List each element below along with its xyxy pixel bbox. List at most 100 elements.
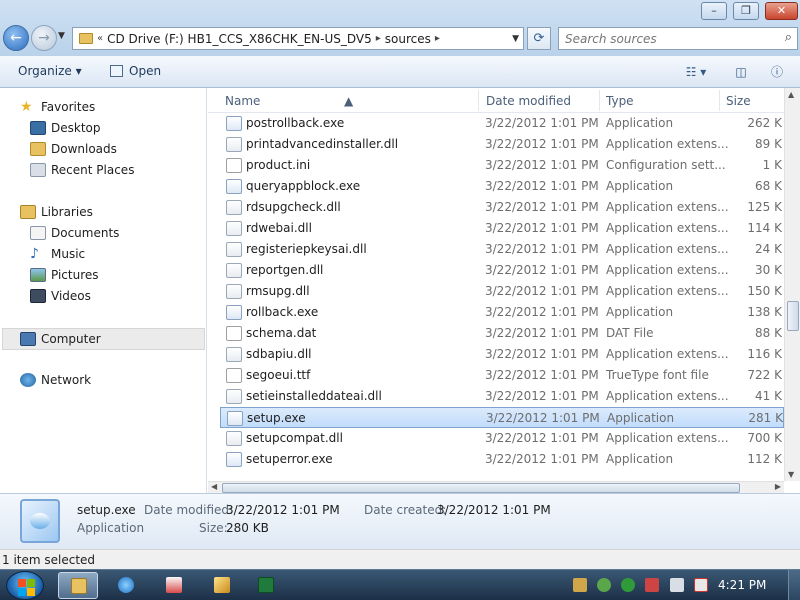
tray-play-icon[interactable] xyxy=(621,578,635,592)
file-date-modified: 3/22/2012 1:01 PM xyxy=(485,347,599,361)
chevron-right-icon[interactable]: ▸ xyxy=(376,33,381,44)
address-history-dropdown-icon[interactable]: ▼ xyxy=(512,34,519,44)
file-name: setieinstalleddateai.dll xyxy=(246,389,382,403)
table-row[interactable]: postrollback.exe 3/22/2012 1:01 PM Applica… xyxy=(220,113,784,134)
sidebar-item-music[interactable]: ♪ Music xyxy=(30,247,85,261)
tray-network-icon[interactable] xyxy=(670,578,684,592)
sidebar-item-network[interactable]: Network xyxy=(20,373,91,387)
column-header-name[interactable]: Name xyxy=(225,94,260,108)
column-header-type[interactable]: Type xyxy=(606,94,634,108)
tray-stack-icon[interactable] xyxy=(573,578,587,592)
recent-places-icon xyxy=(30,163,46,177)
file-type: Application extens... xyxy=(606,137,729,151)
table-row[interactable]: setieinstalleddateai.dll 3/22/2012 1:01 P… xyxy=(220,386,784,407)
address-overflow-chevron[interactable]: « xyxy=(97,33,103,44)
file-name: postrollback.exe xyxy=(246,116,345,130)
preview-pane-button[interactable]: ◫ xyxy=(730,62,752,82)
forward-button[interactable]: → xyxy=(31,25,57,51)
table-row[interactable]: sdbapiu.dll 3/22/2012 1:01 PM Application … xyxy=(220,344,784,365)
file-type: Application xyxy=(606,305,674,319)
table-row[interactable]: rollback.exe 3/22/2012 1:01 PM Application… xyxy=(220,302,784,323)
table-row[interactable]: queryappblock.exe 3/22/2012 1:01 PM Applic… xyxy=(220,176,784,197)
column-header-date-modified[interactable]: Date modified xyxy=(486,94,571,108)
sidebar-item-desktop[interactable]: Desktop xyxy=(30,121,101,135)
network-icon xyxy=(20,373,36,387)
dll-icon xyxy=(226,263,242,278)
table-row[interactable]: schema.dat 3/22/2012 1:01 PM DAT File 88 K xyxy=(220,323,784,344)
address-segment-drive[interactable]: CD Drive (F:) HB1_CCS_X86CHK_EN-US_DV5 xyxy=(107,32,372,46)
table-row[interactable]: product.ini 3/22/2012 1:01 PM Configuratio… xyxy=(220,155,784,176)
font-icon xyxy=(226,368,242,383)
recent-pages-dropdown-icon[interactable]: ▼ xyxy=(58,31,65,41)
horizontal-scroll-thumb[interactable] xyxy=(222,483,740,493)
sidebar-item-libraries[interactable]: Libraries xyxy=(20,205,93,219)
scroll-right-icon[interactable]: ▶ xyxy=(775,482,781,491)
table-row[interactable]: setup.exe 3/22/2012 1:01 PM Application 281… xyxy=(220,407,784,428)
taskbar-explorer-button[interactable] xyxy=(58,572,98,599)
file-type: Application extens... xyxy=(606,242,729,256)
table-row[interactable]: printadvancedinstaller.dll 3/22/2012 1:01… xyxy=(220,134,784,155)
open-button[interactable]: Open xyxy=(129,64,161,78)
sidebar-item-recent-places[interactable]: Recent Places xyxy=(30,163,134,177)
table-row[interactable]: registeriepkeysai.dll 3/22/2012 1:01 PM Ap… xyxy=(220,239,784,260)
videos-icon xyxy=(30,289,46,303)
sidebar-item-pictures[interactable]: Pictures xyxy=(30,268,99,282)
dll-icon xyxy=(226,200,242,215)
tray-volume-muted-icon[interactable] xyxy=(694,578,708,592)
show-desktop-button[interactable] xyxy=(788,570,800,600)
sidebar-item-computer[interactable]: Computer xyxy=(2,328,205,350)
scroll-up-icon[interactable]: ▲ xyxy=(788,90,794,99)
search-icon[interactable]: ⌕ xyxy=(785,30,792,45)
table-row[interactable]: rmsupg.dll 3/22/2012 1:01 PM Application e… xyxy=(220,281,784,302)
refresh-button[interactable]: ⟳ xyxy=(527,27,551,50)
file-name: rdsupgcheck.dll xyxy=(246,200,341,214)
taskbar-clock[interactable]: 4:21 PM xyxy=(718,578,766,592)
taskbar-internet-explorer-button[interactable] xyxy=(106,572,146,599)
file-size: 138 K xyxy=(747,305,782,319)
file-name: queryappblock.exe xyxy=(246,179,361,193)
scroll-left-icon[interactable]: ◀ xyxy=(211,482,217,491)
details-size: 280 KB xyxy=(226,521,269,535)
sidebar-item-favorites[interactable]: ★ Favorites xyxy=(20,100,95,114)
table-row[interactable]: rdwebai.dll 3/22/2012 1:01 PM Application … xyxy=(220,218,784,239)
table-row[interactable]: setuperror.exe 3/22/2012 1:01 PM Applicati… xyxy=(220,449,784,470)
taskbar-excel-button[interactable] xyxy=(246,572,286,599)
start-button[interactable] xyxy=(6,571,44,600)
table-row[interactable]: reportgen.dll 3/22/2012 1:01 PM Applicatio… xyxy=(220,260,784,281)
file-type: Application extens... xyxy=(606,221,729,235)
sidebar-item-downloads[interactable]: Downloads xyxy=(30,142,117,156)
address-segment-sources[interactable]: sources xyxy=(385,32,431,46)
horizontal-scrollbar[interactable]: ◀ ▶ xyxy=(208,481,784,493)
maximize-button[interactable]: ❐ xyxy=(733,2,759,20)
view-options-button[interactable]: ☷ ▾ xyxy=(676,62,716,82)
scroll-down-icon[interactable]: ▼ xyxy=(788,470,794,479)
table-row[interactable]: segoeui.ttf 3/22/2012 1:01 PM TrueType fon… xyxy=(220,365,784,386)
computer-icon xyxy=(20,332,36,346)
file-date-modified: 3/22/2012 1:01 PM xyxy=(485,116,599,130)
close-button[interactable]: ✕ xyxy=(765,2,798,20)
file-type: Application xyxy=(607,411,675,425)
tray-security-icon[interactable] xyxy=(597,578,611,592)
taskbar-media-button[interactable] xyxy=(154,572,194,599)
organize-button[interactable]: Organize ▾ xyxy=(18,64,82,78)
table-row[interactable]: rdsupgcheck.dll 3/22/2012 1:01 PM Applicat… xyxy=(220,197,784,218)
vertical-scroll-thumb[interactable] xyxy=(787,301,799,331)
taskbar-paint-button[interactable] xyxy=(202,572,242,599)
column-header-row: ▲ Name Date modified Type Size xyxy=(208,88,784,113)
address-bar[interactable]: « CD Drive (F:) HB1_CCS_X86CHK_EN-US_DV5… xyxy=(72,27,524,50)
column-header-size[interactable]: Size xyxy=(726,94,751,108)
vertical-scrollbar[interactable]: ▲ ▼ xyxy=(784,88,800,481)
table-row[interactable]: setupcompat.dll 3/22/2012 1:01 PM Applicat… xyxy=(220,428,784,449)
file-size: 150 K xyxy=(747,284,782,298)
search-box[interactable]: ⌕ xyxy=(558,27,798,50)
chevron-right-icon[interactable]: ▸ xyxy=(435,33,440,44)
search-input[interactable] xyxy=(559,28,769,49)
sidebar-item-documents[interactable]: Documents xyxy=(30,226,119,240)
help-button[interactable]: ⓘ xyxy=(766,62,788,82)
tray-flag-icon[interactable] xyxy=(645,578,659,592)
status-text: 1 item selected xyxy=(2,553,96,567)
documents-icon xyxy=(30,226,46,240)
minimize-button[interactable]: – xyxy=(701,2,727,20)
sidebar-item-videos[interactable]: Videos xyxy=(30,289,91,303)
back-button[interactable]: ← xyxy=(3,25,29,51)
